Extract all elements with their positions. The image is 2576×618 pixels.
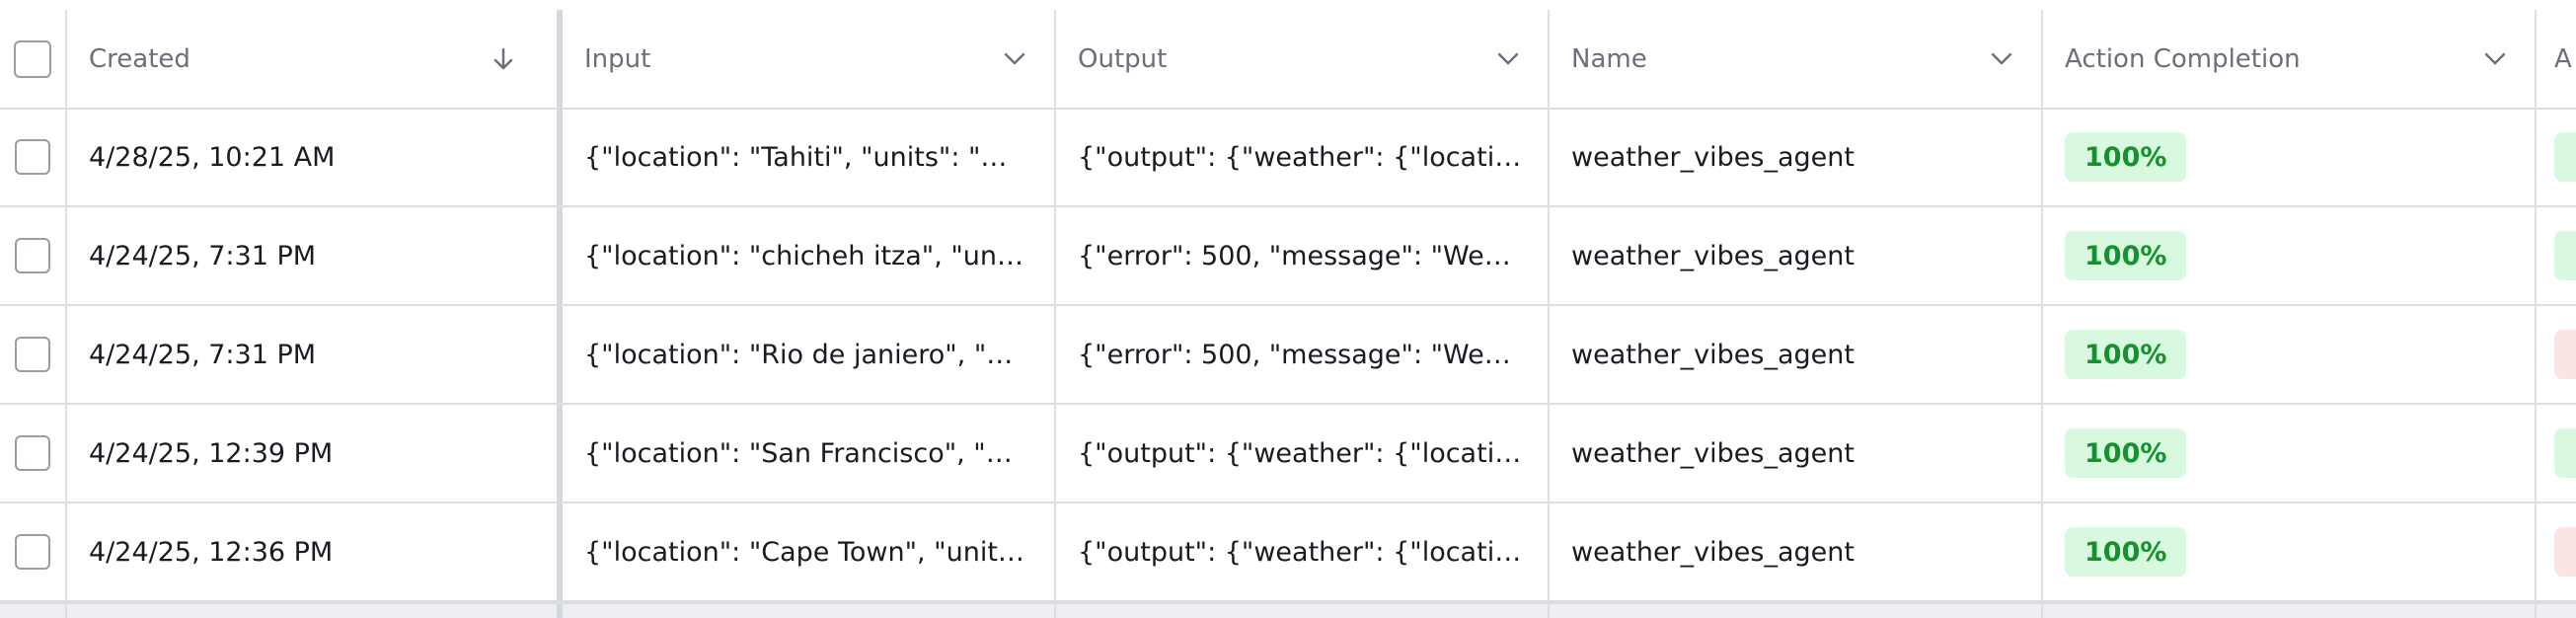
column-header-label: A — [2554, 43, 2572, 74]
cell-created: 4/24/25, 7:31 PM — [67, 306, 563, 403]
cell-input[interactable]: {"location": "Rio de janiero", "units": … — [563, 306, 1056, 403]
cell-action-completion: 100% — [2043, 109, 2537, 205]
cell-created: 4/24/25, 7:31 PM — [67, 207, 563, 304]
row-checkbox[interactable] — [15, 238, 50, 273]
cell-output[interactable]: {"error": 500, "message": "Weather API e… — [1056, 306, 1550, 403]
cell-partial — [2537, 306, 2576, 403]
cell-action-completion: 100% — [2043, 306, 2537, 403]
cell-name: weather_vibes_agent — [1550, 207, 2043, 304]
column-header-created[interactable]: Created — [67, 10, 563, 108]
agent-name: weather_vibes_agent — [1571, 141, 1855, 173]
output-json: {"error": 500, "message": "Weather API e… — [1078, 339, 1522, 370]
status-badge — [2554, 330, 2576, 379]
column-header-input[interactable]: Input — [563, 10, 1056, 108]
arrow-down-icon[interactable] — [490, 45, 517, 73]
agent-name: weather_vibes_agent — [1571, 339, 1855, 370]
cell-action-completion: 100% — [2043, 207, 2537, 304]
column-header-label: Action Completion — [2065, 43, 2301, 74]
row-checkbox[interactable] — [15, 534, 50, 570]
row-select-cell — [0, 207, 67, 304]
output-json: {"output": {"weather": {"location": "Tah… — [1078, 141, 1522, 173]
status-badge — [2554, 428, 2576, 478]
cell-partial — [2537, 503, 2576, 600]
status-badge: 100% — [2065, 330, 2187, 379]
cell-created: 4/24/25, 12:39 PM — [67, 405, 563, 502]
column-header-name[interactable]: Name — [1550, 10, 2043, 108]
output-json: {"error": 500, "message": "Weather API e… — [1078, 240, 1522, 271]
status-badge: 100% — [2065, 132, 2187, 182]
header-select-cell — [0, 10, 67, 108]
cell-name: weather_vibes_agent — [1550, 109, 2043, 205]
table-row[interactable]: 4/28/25, 10:21 AM {"location": "Tahiti",… — [0, 109, 2576, 207]
status-badge: 100% — [2065, 428, 2187, 478]
cell-partial — [2537, 109, 2576, 205]
column-header-label: Created — [89, 43, 190, 74]
cell-input[interactable]: {"location": "San Francisco", "units": "… — [563, 405, 1056, 502]
chevron-down-icon[interactable] — [2481, 45, 2509, 73]
created-timestamp: 4/28/25, 10:21 AM — [89, 141, 336, 173]
cell-input[interactable]: {"location": "chicheh itza", "units": "m… — [563, 207, 1056, 304]
status-badge — [2554, 231, 2576, 280]
created-timestamp: 4/24/25, 7:31 PM — [89, 339, 317, 370]
column-header-label: Input — [584, 43, 651, 74]
status-badge: 100% — [2065, 231, 2187, 280]
select-all-checkbox[interactable] — [14, 39, 51, 78]
traces-table: Created Input Output Name Action Complet… — [0, 10, 2576, 618]
cell-partial — [2537, 207, 2576, 304]
status-badge — [2554, 132, 2576, 182]
column-header-label: Output — [1078, 43, 1168, 74]
row-select-cell — [0, 109, 67, 205]
status-badge: 100% — [2065, 527, 2187, 577]
cell-name: weather_vibes_agent — [1550, 405, 2043, 502]
created-timestamp: 4/24/25, 7:31 PM — [89, 240, 317, 271]
column-header-action-completion[interactable]: Action Completion — [2043, 10, 2537, 108]
column-divider — [0, 604, 2537, 618]
cell-created: 4/24/25, 12:36 PM — [67, 503, 563, 600]
input-json: {"location": "Rio de janiero", "units": … — [584, 339, 1028, 370]
created-timestamp: 4/24/25, 12:36 PM — [89, 536, 334, 568]
agent-name: weather_vibes_agent — [1571, 536, 1855, 568]
cell-input[interactable]: {"location": "Cape Town", "units": "metr… — [563, 503, 1056, 600]
status-badge — [2554, 527, 2576, 577]
row-select-cell — [0, 306, 67, 403]
cell-input[interactable]: {"location": "Tahiti", "units": "metric"… — [563, 109, 1056, 205]
column-header-output[interactable]: Output — [1056, 10, 1550, 108]
table-header-row: Created Input Output Name Action Complet… — [0, 10, 2576, 110]
input-json: {"location": "San Francisco", "units": "… — [584, 437, 1028, 469]
cell-output[interactable]: {"output": {"weather": {"location": "Tah… — [1056, 109, 1550, 205]
output-json: {"output": {"weather": {"location": "Cap… — [1078, 536, 1522, 568]
table-row[interactable]: 4/24/25, 12:39 PM {"location": "San Fran… — [0, 405, 2576, 503]
chevron-down-icon[interactable] — [1001, 45, 1028, 73]
cell-output[interactable]: {"output": {"weather": {"location": "San… — [1056, 405, 1550, 502]
row-checkbox[interactable] — [15, 337, 50, 372]
input-json: {"location": "Cape Town", "units": "metr… — [584, 536, 1028, 568]
table-row[interactable]: 4/24/25, 7:31 PM {"location": "Rio de ja… — [0, 306, 2576, 405]
table-row[interactable]: 4/24/25, 7:31 PM {"location": "chicheh i… — [0, 207, 2576, 306]
cell-action-completion: 100% — [2043, 503, 2537, 600]
table-row[interactable]: 4/24/25, 12:36 PM {"location": "Cape Tow… — [0, 503, 2576, 602]
input-json: {"location": "Tahiti", "units": "metric"… — [584, 141, 1028, 173]
row-checkbox[interactable] — [15, 139, 50, 175]
created-timestamp: 4/24/25, 12:39 PM — [89, 437, 334, 469]
cell-output[interactable]: {"output": {"weather": {"location": "Cap… — [1056, 503, 1550, 600]
output-json: {"output": {"weather": {"location": "San… — [1078, 437, 1522, 469]
agent-name: weather_vibes_agent — [1571, 437, 1855, 469]
cell-created: 4/28/25, 10:21 AM — [67, 109, 563, 205]
cell-partial — [2537, 405, 2576, 502]
column-header-partial[interactable]: A — [2537, 10, 2576, 108]
cell-name: weather_vibes_agent — [1550, 503, 2043, 600]
agent-name: weather_vibes_agent — [1571, 240, 1855, 271]
input-json: {"location": "chicheh itza", "units": "m… — [584, 240, 1028, 271]
row-select-cell — [0, 503, 67, 600]
cell-action-completion: 100% — [2043, 405, 2537, 502]
column-header-label: Name — [1571, 43, 1647, 74]
row-checkbox[interactable] — [15, 435, 50, 471]
chevron-down-icon[interactable] — [1494, 45, 1522, 73]
row-select-cell — [0, 405, 67, 502]
chevron-down-icon[interactable] — [1988, 45, 2015, 73]
cell-output[interactable]: {"error": 500, "message": "Weather API e… — [1056, 207, 1550, 304]
next-row-strip — [0, 602, 2576, 618]
cell-name: weather_vibes_agent — [1550, 306, 2043, 403]
